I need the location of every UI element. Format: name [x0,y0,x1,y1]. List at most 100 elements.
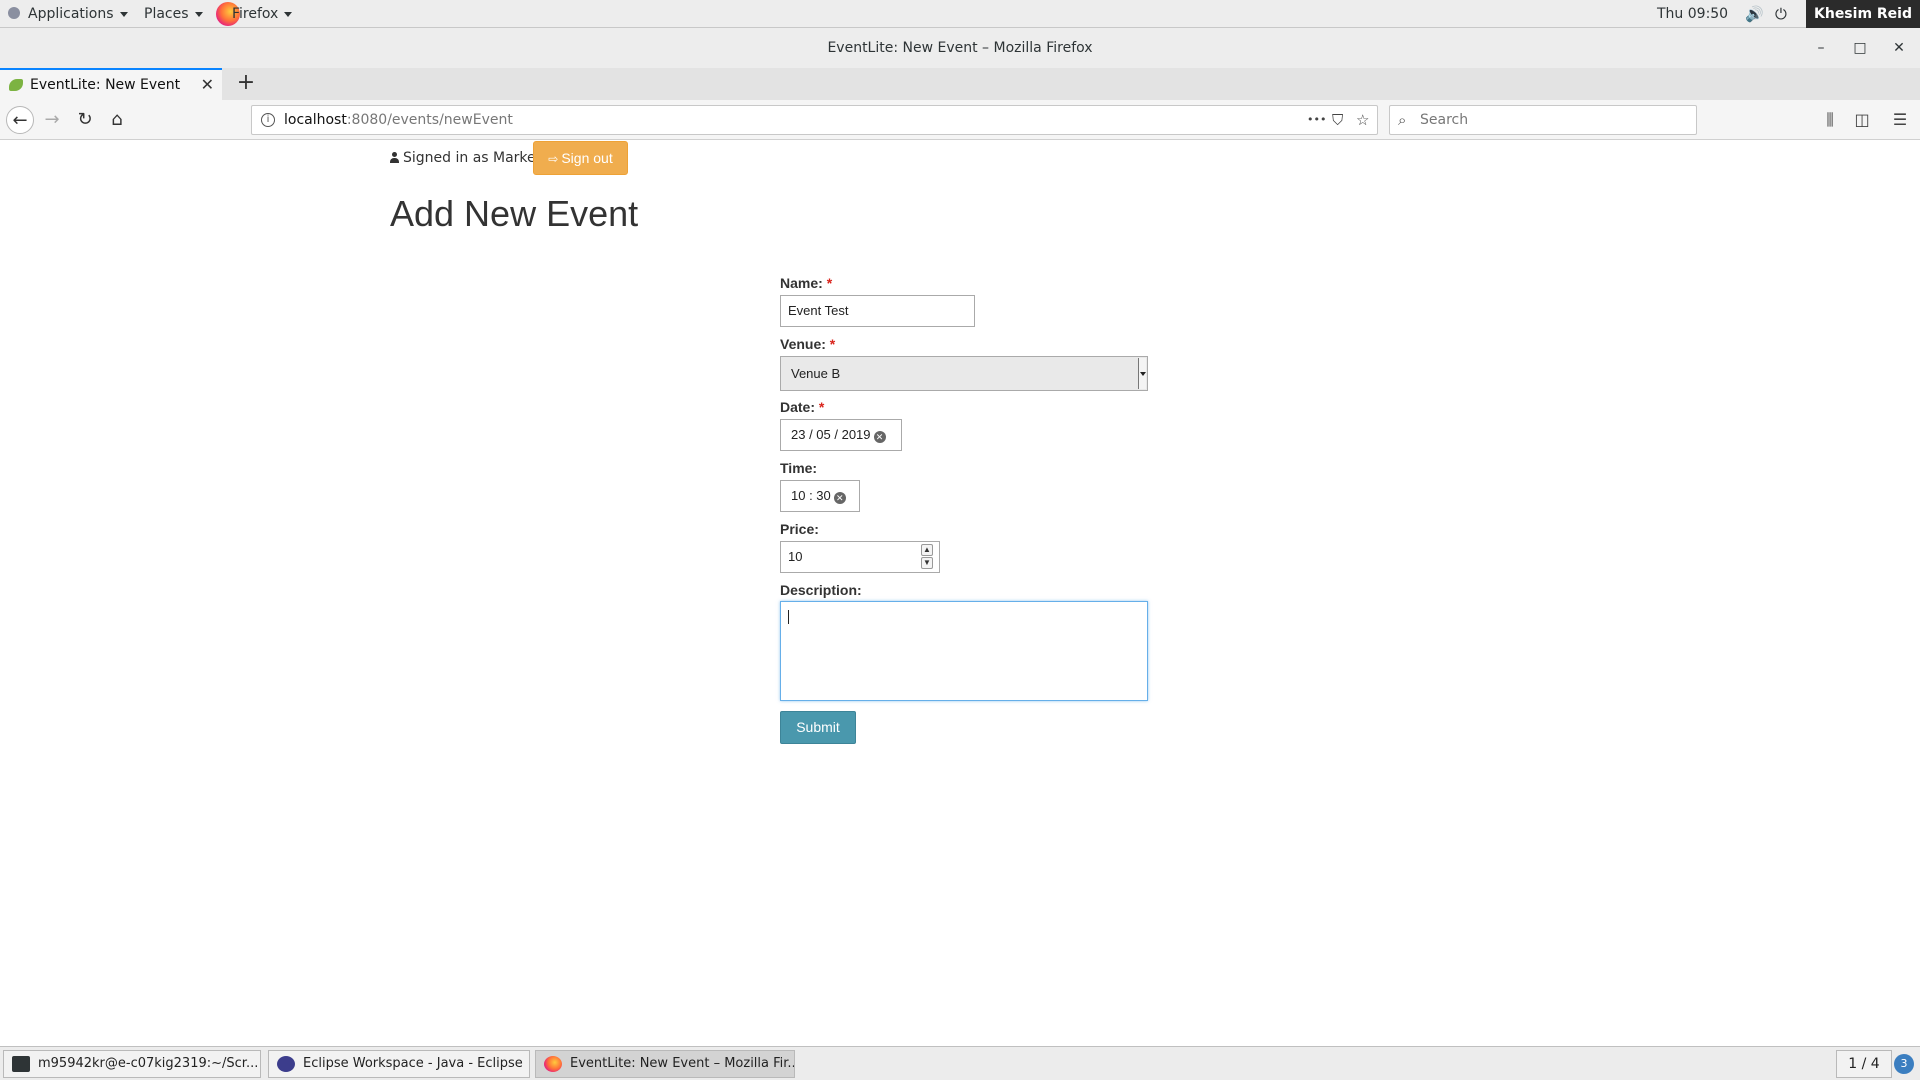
taskbar-item-label: Eclipse Workspace - Java - Eclipse [303,1056,523,1071]
close-window-button[interactable]: ✕ [1884,28,1914,68]
window-titlebar: EventLite: New Event – Mozilla Firefox –… [0,28,1920,68]
firefox-app-menu[interactable]: Firefox [216,0,293,28]
signed-in-text: Signed in as Markel [403,150,540,166]
gnome-foot-icon [8,7,20,19]
tab-strip: EventLite: New Event ✕ + [0,68,1920,100]
time-label: Time: [780,460,817,476]
required-mark: * [829,336,836,352]
chevron-down-icon [284,11,293,17]
required-mark: * [818,399,825,415]
price-stepper[interactable]: ▲ ▼ [921,544,933,570]
taskbar-item-label: m95942kr@e-c07kig2319:~/Scr... [38,1056,259,1071]
date-label: Date: * [780,399,824,415]
url-host: localhost [284,112,347,128]
taskbar-item-firefox[interactable]: EventLite: New Event – Mozilla Fir... [535,1050,795,1078]
page-actions-button[interactable]: ••• [1307,106,1326,134]
applications-label: Applications [28,6,114,22]
price-field[interactable]: 10 ▲ ▼ [780,541,940,573]
taskbar-item-terminal[interactable]: m95942kr@e-c07kig2319:~/Scr... [3,1050,261,1078]
venue-label: Venue: * [780,336,835,352]
venue-value: Venue B [791,366,841,381]
places-label: Places [144,6,189,22]
pocket-icon[interactable]: ⛉ [1332,106,1343,134]
chevron-down-icon[interactable]: ▼ [921,557,933,569]
time-field[interactable]: 10 : 30 ✕ [780,480,860,512]
window-title: EventLite: New Event – Mozilla Firefox [827,40,1093,56]
home-button[interactable]: ⌂ [103,106,131,134]
description-label: Description: [780,582,862,598]
new-tab-button[interactable]: + [232,68,260,100]
hamburger-menu-icon[interactable]: ☰ [1886,106,1914,134]
power-icon[interactable]: ⏻ [1775,0,1787,28]
venue-select[interactable]: Venue B [780,356,1148,391]
clock[interactable]: Thu 09:50 [1657,0,1728,28]
signed-in-status: Signed in as Markel [390,149,540,167]
submit-button[interactable]: Submit [780,711,856,744]
notification-badge[interactable]: 3 [1894,1054,1914,1074]
leaf-favicon-icon [9,79,23,91]
search-placeholder: Search [1420,112,1469,128]
chevron-down-icon [1138,358,1146,389]
sign-out-label: Sign out [561,150,613,166]
price-label-text: Price: [780,521,819,537]
chevron-down-icon [119,11,128,17]
close-tab-icon[interactable]: ✕ [201,70,214,100]
required-mark: * [826,275,833,291]
chevron-down-icon [194,11,203,17]
arrow-left-icon: ← [12,110,28,131]
minimize-button[interactable]: – [1806,28,1836,68]
clear-icon[interactable]: ✕ [873,431,886,443]
firefox-icon [544,1056,562,1072]
chevron-up-icon[interactable]: ▲ [921,544,933,556]
description-textarea[interactable] [780,601,1148,701]
name-label-text: Name: [780,275,823,291]
bookmark-star-icon[interactable]: ☆ [1356,106,1369,134]
system-top-bar: Applications Places Firefox Thu 09:50 🔊 … [0,0,1920,28]
user-icon [390,152,399,163]
home-icon: ⌂ [111,109,123,130]
name-value: Event Test [788,303,849,318]
venue-label-text: Venue: [780,336,826,352]
taskbar-item-label: EventLite: New Event – Mozilla Fir... [570,1056,795,1071]
sign-out-button[interactable]: ⇨ Sign out [533,141,628,175]
page-content: Signed in as Markel ⇨ Sign out Add New Ev… [0,141,1920,1046]
search-input[interactable]: ⌕ Search [1389,105,1697,135]
volume-icon[interactable]: 🔊 [1745,0,1764,28]
name-label: Name: * [780,275,832,291]
sign-out-icon: ⇨ [548,152,559,166]
time-value: 10 : 30 [791,488,831,503]
forward-button[interactable]: → [38,106,66,134]
applications-menu[interactable]: Applications [8,0,128,28]
name-field[interactable]: Event Test [780,295,975,327]
back-button[interactable]: ← [6,106,34,134]
info-icon[interactable]: i [261,113,275,127]
navigation-bar: ← → ↻ ⌂ i localhost:8080/events/newEvent… [0,100,1920,140]
maximize-button[interactable]: □ [1845,28,1875,68]
taskbar-item-eclipse[interactable]: Eclipse Workspace - Java - Eclipse [268,1050,530,1078]
library-icon[interactable]: ⫼ [1816,106,1844,134]
tab-label: EventLite: New Event [30,77,181,93]
clear-icon[interactable]: ✕ [833,492,846,504]
page-title: Add New Event [390,193,639,234]
sidebar-icon[interactable]: ◫ [1848,106,1876,134]
date-field[interactable]: 23 / 05 / 2019 ✕ [780,419,902,451]
tab-eventlite-new-event[interactable]: EventLite: New Event ✕ [0,68,222,100]
bottom-taskbar: m95942kr@e-c07kig2319:~/Scr... Eclipse W… [0,1046,1920,1080]
eclipse-icon [277,1056,295,1072]
description-label-text: Description: [780,582,862,598]
url-bar[interactable]: i localhost:8080/events/newEvent ••• ⛉ ☆ [251,105,1378,135]
date-value: 23 / 05 / 2019 [791,427,871,442]
time-label-text: Time: [780,460,818,476]
date-label-text: Date: [780,399,816,415]
price-label: Price: [780,521,819,537]
firefox-label: Firefox [232,6,279,22]
terminal-icon [12,1056,30,1072]
search-icon: ⌕ [1398,111,1407,129]
reload-button[interactable]: ↻ [71,106,99,134]
workspace-pager[interactable]: 1 / 4 [1836,1050,1892,1078]
places-menu[interactable]: Places [144,0,203,28]
reload-icon: ↻ [77,109,93,130]
arrow-right-icon: → [44,109,60,130]
url-path: :8080/events/newEvent [346,112,513,128]
user-name[interactable]: Khesim Reid [1806,0,1920,28]
